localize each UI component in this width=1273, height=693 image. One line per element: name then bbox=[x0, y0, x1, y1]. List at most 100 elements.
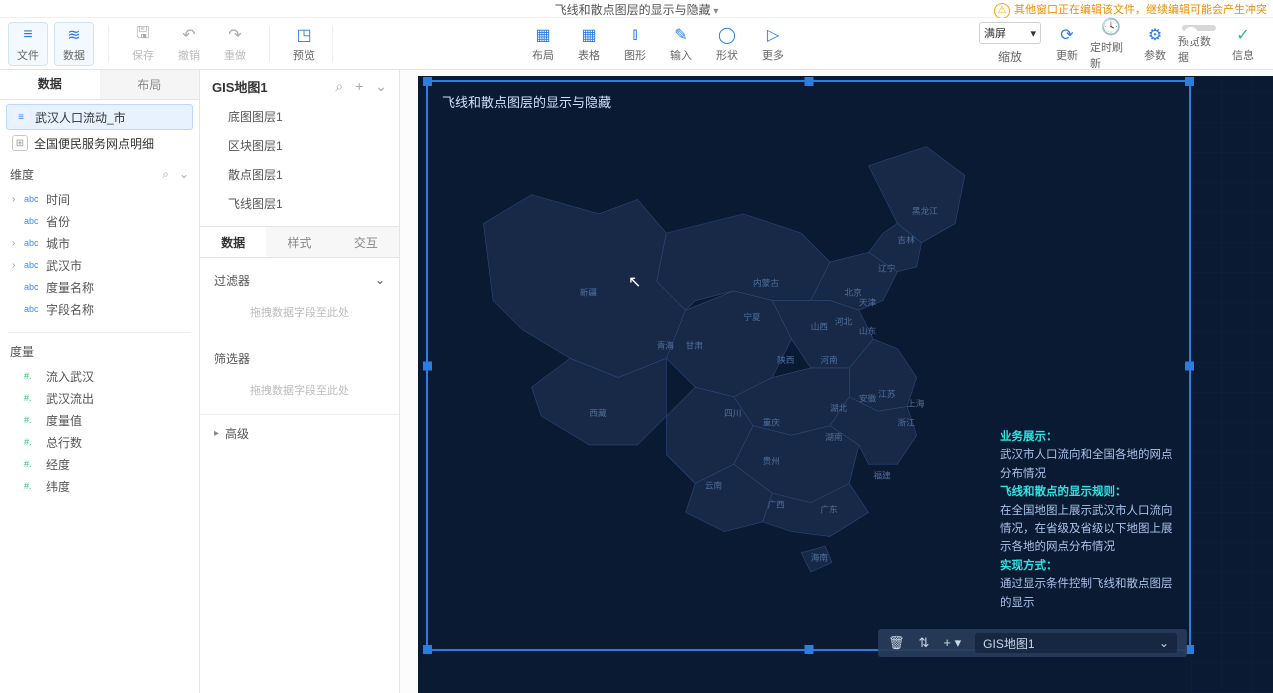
config-panel: GIS地图1 ⌕ + ⌄ 底图图层1区块图层1散点图层1飞线图层1 数据样式交互… bbox=[200, 70, 400, 693]
resize-handle-bm[interactable] bbox=[804, 645, 813, 654]
measure-field[interactable]: #.经度 bbox=[6, 453, 193, 475]
layer-icon[interactable]: ⇅ bbox=[919, 635, 930, 651]
toolbar-label: 重做 bbox=[224, 47, 246, 63]
measure-field[interactable]: #.总行数 bbox=[6, 431, 193, 453]
add-icon[interactable]: + bbox=[355, 78, 363, 95]
layer-item[interactable]: 飞线图层1 bbox=[200, 189, 399, 218]
abc-icon: abc bbox=[24, 304, 46, 314]
screen-drop-zone[interactable]: 拖拽数据字段至此处 bbox=[214, 376, 385, 404]
file-icon: ≡ bbox=[23, 25, 32, 45]
measure-field[interactable]: #.流入武汉 bbox=[6, 365, 193, 387]
chevron-down-icon[interactable]: ⌄ bbox=[179, 167, 189, 182]
left-tab-1[interactable]: 布局 bbox=[100, 70, 200, 99]
province-label: 山西 bbox=[811, 321, 829, 331]
dimension-field[interactable]: ›abc城市 bbox=[6, 232, 193, 254]
delete-icon[interactable]: 🗑 bbox=[888, 635, 905, 651]
dimension-field[interactable]: abc字段名称 bbox=[6, 298, 193, 320]
province-label: 广西 bbox=[767, 499, 785, 510]
layout-button[interactable]: ▦布局 bbox=[523, 22, 563, 66]
params-button[interactable]: ⚙参数 bbox=[1133, 22, 1177, 66]
chevron-down-icon[interactable]: ⌄ bbox=[375, 273, 385, 287]
toolbar-label: 撤销 bbox=[178, 47, 200, 63]
file-button[interactable]: ≡ 文件 bbox=[8, 22, 48, 66]
resize-handle-tm[interactable] bbox=[804, 77, 813, 86]
province-label: 安徽 bbox=[859, 393, 877, 404]
province-label: 海南 bbox=[811, 551, 829, 562]
save-button[interactable]: 🖫保存 bbox=[123, 22, 163, 66]
preview-button[interactable]: ◳预览 bbox=[284, 22, 324, 66]
add-icon[interactable]: + ▾ bbox=[943, 635, 961, 651]
filter-label: 过滤器 bbox=[214, 272, 250, 289]
measure-field[interactable]: #.武汉流出 bbox=[6, 387, 193, 409]
dataset-item[interactable]: ⊞全国便民服务网点明细 bbox=[6, 130, 193, 156]
shape-icon: ◯ bbox=[718, 25, 736, 45]
config-tab-2[interactable]: 交互 bbox=[333, 227, 399, 257]
preview-icon: ◳ bbox=[296, 25, 311, 45]
refresh-button[interactable]: ⟳更新 bbox=[1045, 22, 1089, 66]
chart-button[interactable]: ⫾图形 bbox=[615, 22, 655, 66]
preview-data-switch[interactable] bbox=[1182, 25, 1216, 31]
dataset-icon: ≡ bbox=[13, 109, 29, 125]
document-title[interactable]: 飞线和散点图层的显示与隐藏 bbox=[555, 1, 719, 18]
resize-handle-ml[interactable] bbox=[423, 361, 432, 370]
config-tabs: 数据样式交互 bbox=[200, 226, 399, 258]
component-bottom-bar: 🗑 ⇅ + ▾ GIS地图1⌄ bbox=[878, 629, 1187, 657]
dimension-field[interactable]: abc省份 bbox=[6, 210, 193, 232]
config-tab-1[interactable]: 样式 bbox=[266, 227, 332, 257]
layer-item[interactable]: 区块图层1 bbox=[200, 131, 399, 160]
resize-handle-mr[interactable] bbox=[1185, 361, 1194, 370]
data-button[interactable]: ≋ 数据 bbox=[54, 22, 94, 66]
params-icon: ⚙ bbox=[1148, 25, 1162, 45]
input-button[interactable]: ✎输入 bbox=[661, 22, 701, 66]
toolbar-label: 文件 bbox=[17, 47, 39, 63]
toolbar-label: 数据 bbox=[63, 47, 85, 63]
map-title: 飞线和散点图层的显示与隐藏 bbox=[442, 92, 611, 111]
more-button[interactable]: ▷更多 bbox=[753, 22, 793, 66]
selected-component[interactable]: 飞线和散点图层的显示与隐藏 bbox=[426, 80, 1191, 651]
layer-item[interactable]: 散点图层1 bbox=[200, 160, 399, 189]
redo-icon: ↷ bbox=[228, 25, 241, 45]
china-map[interactable]: 黑龙江吉林辽宁北京天津河北山西山东内蒙古新疆甘肃青海宁夏陕西河南湖北安徽江苏上海… bbox=[440, 108, 989, 599]
schedule-button[interactable]: 🕓定时刷新 bbox=[1089, 22, 1133, 66]
search-icon[interactable]: ⌕ bbox=[335, 78, 343, 95]
config-tab-0[interactable]: 数据 bbox=[200, 227, 266, 257]
component-title[interactable]: GIS地图1 bbox=[212, 77, 268, 96]
component-header: GIS地图1 ⌕ + ⌄ bbox=[200, 70, 399, 102]
dataset-item[interactable]: ≡武汉人口流动_市 bbox=[6, 104, 193, 130]
redo-button[interactable]: ↷ 重做 bbox=[215, 22, 255, 66]
province-label: 辽宁 bbox=[878, 263, 896, 274]
chevron-down-icon[interactable]: ⌄ bbox=[375, 78, 387, 95]
main-toolbar: ≡ 文件 ≋ 数据 🖫保存↶撤销 ↷ 重做 ◳预览 ▦布局▦表格⫾图形✎输入◯形状▷更多 满屏… bbox=[0, 18, 1273, 70]
dimension-field[interactable]: ›abc武汉市 bbox=[6, 254, 193, 276]
left-panel: 数据布局 ≡武汉人口流动_市⊞全国便民服务网点明细 维度 ⌕⌄ ›abc时间ab… bbox=[0, 70, 200, 693]
resize-handle-tr[interactable] bbox=[1185, 77, 1194, 86]
undo-button[interactable]: ↶撤销 bbox=[169, 22, 209, 66]
table-button[interactable]: ▦表格 bbox=[569, 22, 609, 66]
province-label: 新疆 bbox=[580, 287, 598, 298]
layer-item[interactable]: 底图图层1 bbox=[200, 102, 399, 131]
resize-handle-bl[interactable] bbox=[423, 645, 432, 654]
edit-conflict-warning: 其他窗口正在编辑该文件，继续编辑可能会产生冲突 bbox=[994, 1, 1267, 19]
resize-handle-tl[interactable] bbox=[423, 77, 432, 86]
dimension-field[interactable]: abc度量名称 bbox=[6, 276, 193, 298]
measure-field[interactable]: #.度量值 bbox=[6, 409, 193, 431]
zoom-button[interactable]: 满屏▾缩放 bbox=[975, 22, 1045, 65]
data-icon: ≋ bbox=[67, 25, 80, 45]
toolbar-label: 保存 bbox=[132, 47, 154, 63]
hash-icon: #. bbox=[24, 415, 46, 425]
design-canvas[interactable]: 飞线和散点图层的显示与隐藏 bbox=[400, 70, 1273, 693]
filter-section-header[interactable]: 过滤器 ⌄ bbox=[214, 268, 385, 292]
schedule-icon: 🕓 bbox=[1101, 17, 1121, 37]
previewdata-button[interactable]: 预览数据 bbox=[1177, 22, 1221, 66]
shape-button[interactable]: ◯形状 bbox=[707, 22, 747, 66]
screen-section-header[interactable]: 筛选器 bbox=[214, 346, 385, 370]
component-selector[interactable]: GIS地图1⌄ bbox=[975, 633, 1177, 653]
filter-drop-zone[interactable]: 拖拽数据字段至此处 bbox=[214, 298, 385, 326]
left-tab-0[interactable]: 数据 bbox=[0, 70, 100, 99]
info-button[interactable]: ✓信息 bbox=[1221, 22, 1265, 66]
search-icon[interactable]: ⌕ bbox=[162, 167, 169, 182]
zoom-select[interactable]: 满屏▾ bbox=[979, 22, 1041, 44]
measure-field[interactable]: #.纬度 bbox=[6, 475, 193, 497]
dimension-field[interactable]: ›abc时间 bbox=[6, 188, 193, 210]
advanced-section[interactable]: 高级 bbox=[200, 414, 399, 452]
